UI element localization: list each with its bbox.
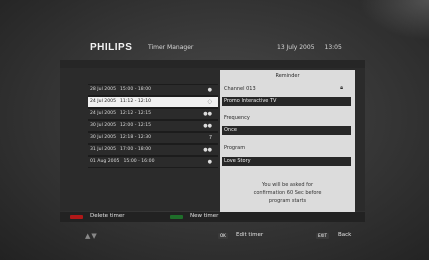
timer-date: 01 Aug 2005 [90, 159, 120, 164]
timer-date: 30 Jul 2005 [90, 135, 116, 140]
timer-row[interactable]: 30 Jul 2005 12:18 - 12:30 7 [88, 132, 218, 144]
tv-screen: PHILIPS Timer Manager 13 July 2005 13:05 … [0, 0, 429, 260]
corner-glow [359, 0, 429, 40]
once-circle-icon: ◌ [207, 99, 212, 105]
program-field[interactable]: Love Story [222, 157, 351, 166]
frequency-field[interactable]: Once [222, 126, 351, 135]
confirmation-note: You will be asked for confirmation 60 Se… [230, 181, 345, 205]
timer-date: 31 Jul 2005 [90, 147, 116, 152]
new-timer-button[interactable]: New timer [190, 213, 218, 219]
red-key-icon[interactable] [70, 215, 83, 219]
timer-date: 24 Jul 2005 [90, 111, 116, 116]
delete-timer-button[interactable]: Delete timer [90, 213, 125, 219]
detail-heading: Reminder [275, 73, 300, 79]
timer-row[interactable]: 30 Jul 2005 12:00 - 12:15 ●● [88, 120, 218, 132]
current-time: 13:05 [324, 44, 342, 51]
timer-row[interactable]: 28 Jul 2005 15:00 - 18:00 ● [88, 84, 218, 96]
back-button[interactable]: Back [338, 232, 351, 238]
timer-time: 17:00 - 18:00 [120, 147, 152, 152]
page-title: Timer Manager [148, 44, 194, 51]
timer-row[interactable]: 24 Jul 2005 12:12 - 12:15 ●● [88, 108, 218, 120]
double-dot-icon: ●● [203, 147, 212, 153]
brand-logo: PHILIPS [90, 42, 133, 53]
timer-time: 12:12 - 12:15 [120, 111, 152, 116]
timer-date: 30 Jul 2005 [90, 123, 116, 128]
timer-time: 12:00 - 12:15 [120, 123, 152, 128]
timer-time: 15:00 - 16:00 [123, 159, 155, 164]
timer-date: 28 Jul 2005 [90, 87, 116, 92]
timer-detail-panel: Reminder Channel 013 🔒︎ Promo Interactiv… [220, 70, 355, 212]
timer-row[interactable]: 24 Jul 2005 11:12 - 12:10 ◌ [88, 96, 218, 108]
header-bar [60, 60, 365, 68]
note-line-2: confirmation 60 Sec before [253, 190, 322, 196]
current-date: 13 July 2005 [277, 44, 315, 51]
timer-time: 12:18 - 12:30 [120, 135, 152, 140]
single-dot-icon: ● [207, 87, 212, 93]
program-label: Program [224, 145, 246, 151]
note-line-1: You will be asked for [262, 182, 313, 188]
ok-key-icon: OK [218, 233, 228, 239]
single-dot-icon: ● [207, 159, 212, 165]
channel-field[interactable]: Promo Interactive TV [222, 97, 351, 106]
double-dot-icon: ●● [203, 123, 212, 129]
channel-label: Channel 013 [224, 86, 256, 92]
weekly-icon: 7 [208, 135, 212, 141]
timer-list: 28 Jul 2005 15:00 - 18:00 ● 24 Jul 2005 11:1… [88, 84, 218, 168]
timer-time: 15:00 - 18:00 [120, 87, 152, 92]
double-dot-icon: ●● [203, 111, 212, 117]
lock-icon: 🔒︎ [340, 85, 343, 91]
frequency-label: Frequency [224, 115, 250, 121]
timer-time: 11:12 - 12:10 [120, 99, 152, 104]
note-line-3: program starts [268, 198, 307, 204]
edit-timer-button[interactable]: Edit timer [236, 232, 263, 238]
nav-arrows-icon: ▲▼ [85, 232, 98, 240]
timer-row[interactable]: 01 Aug 2005 15:00 - 16:00 ● [88, 156, 218, 168]
clock: 13 July 2005 13:05 [277, 44, 342, 51]
timer-date: 24 Jul 2005 [90, 99, 116, 104]
exit-key-icon: EXIT [316, 233, 329, 239]
timer-row[interactable]: 31 Jul 2005 17:00 - 18:00 ●● [88, 144, 218, 156]
green-key-icon[interactable] [170, 215, 183, 219]
